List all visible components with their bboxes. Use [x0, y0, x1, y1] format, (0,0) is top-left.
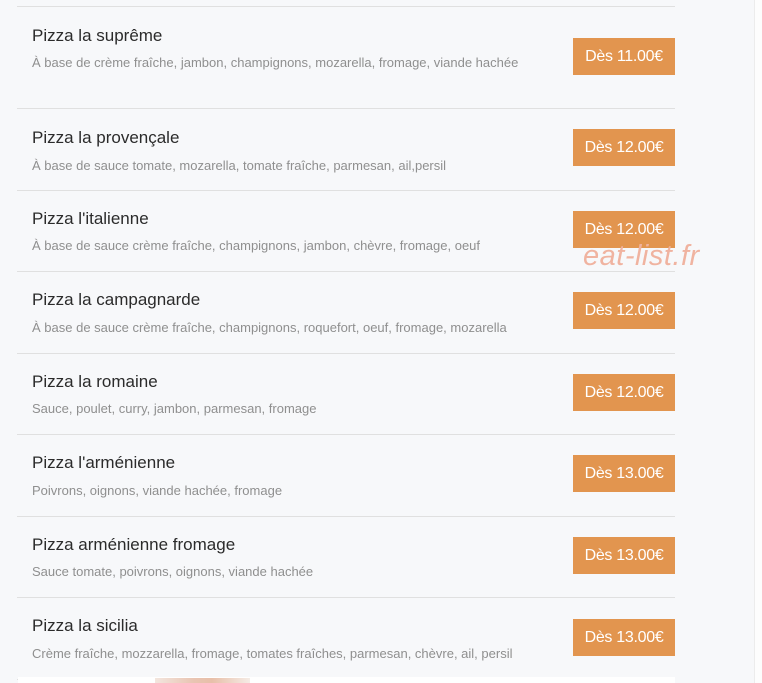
- menu-item-name: Pizza la suprême: [32, 26, 163, 45]
- menu-item-description: À base de sauce crème fraîche, champigno…: [32, 320, 507, 335]
- menu-item: Pizza arménienne fromage Sauce tomate, p…: [17, 517, 675, 598]
- pizza-menu-list: Pizza la suprême À base de crème fraîche…: [17, 6, 675, 680]
- menu-item-description: Poivrons, oignons, viande hachée, fromag…: [32, 483, 283, 498]
- menu-item-description: Sauce tomate, poivrons, oignons, viande …: [32, 564, 314, 579]
- menu-item: Pizza la sicilia Crème fraîche, mozzarel…: [17, 598, 675, 680]
- page-scroll-edge: [754, 0, 762, 683]
- menu-item: Pizza la suprême À base de crème fraîche…: [17, 7, 675, 109]
- menu-item: Pizza la romaine Sauce, poulet, curry, j…: [17, 354, 675, 435]
- menu-item-name: Pizza la sicilia: [32, 616, 138, 635]
- price-button[interactable]: Dès 12.00€: [573, 129, 675, 166]
- next-section-image: [155, 678, 250, 683]
- price-button[interactable]: Dès 11.00€: [573, 38, 675, 75]
- menu-page: Pizza la suprême À base de crème fraîche…: [0, 0, 762, 683]
- menu-item: Pizza l'arménienne Poivrons, oignons, vi…: [17, 435, 675, 517]
- next-section-edge: [18, 677, 675, 683]
- menu-item-description: À base de crème fraîche, jambon, champig…: [32, 55, 519, 70]
- price-button[interactable]: Dès 12.00€: [573, 292, 675, 329]
- menu-item-name: Pizza la campagnarde: [32, 290, 201, 309]
- menu-item-name: Pizza la provençale: [32, 128, 180, 147]
- menu-item-name: Pizza l'arménienne: [32, 453, 176, 472]
- menu-item-name: Pizza la romaine: [32, 372, 158, 391]
- menu-item: Pizza la provençale À base de sauce toma…: [17, 109, 675, 191]
- menu-item-description: Crème fraîche, mozzarella, fromage, toma…: [32, 646, 513, 661]
- menu-item-name: Pizza arménienne fromage: [32, 535, 236, 554]
- price-button[interactable]: Dès 12.00€: [573, 374, 675, 411]
- menu-item: Pizza l'italienne À base de sauce crème …: [17, 191, 675, 272]
- menu-item-description: À base de sauce crème fraîche, champigno…: [32, 238, 481, 253]
- price-button[interactable]: Dès 13.00€: [573, 455, 675, 492]
- watermark-text: eat-list.fr: [583, 240, 700, 272]
- menu-item-name: Pizza l'italienne: [32, 209, 149, 228]
- price-button[interactable]: Dès 13.00€: [573, 619, 675, 656]
- price-button[interactable]: Dès 13.00€: [573, 537, 675, 574]
- menu-item-description: À base de sauce tomate, mozarella, tomat…: [32, 158, 447, 173]
- menu-item-description: Sauce, poulet, curry, jambon, parmesan, …: [32, 401, 317, 416]
- menu-item: Pizza la campagnarde À base de sauce crè…: [17, 272, 675, 354]
